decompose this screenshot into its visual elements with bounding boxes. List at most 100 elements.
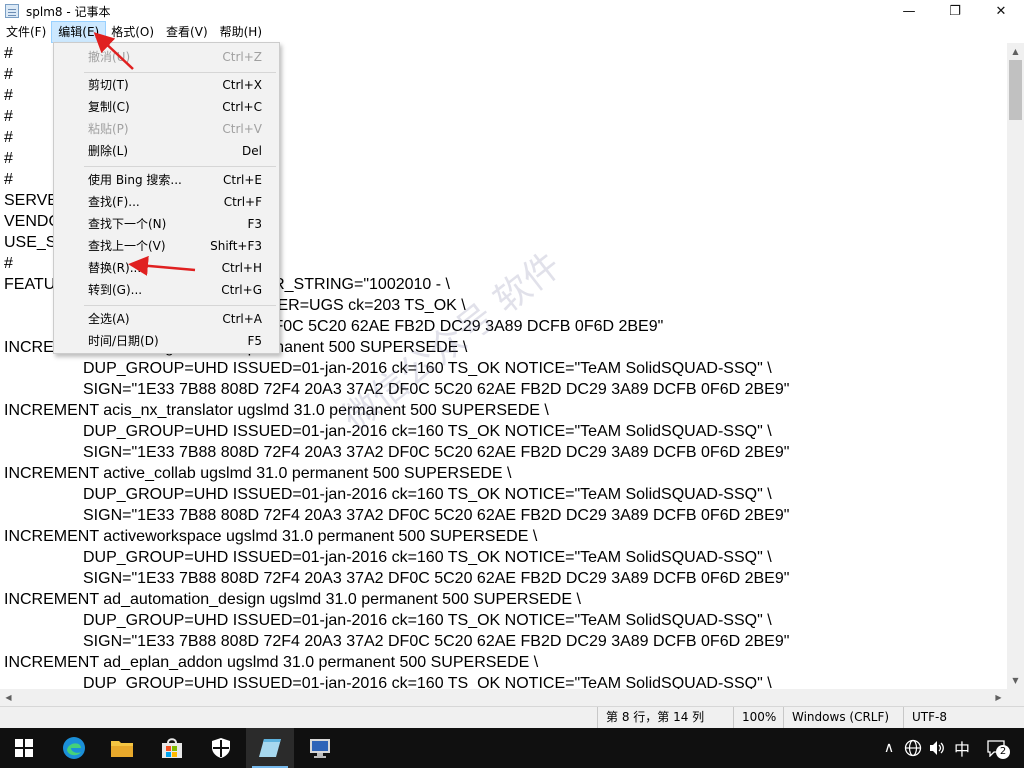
vertical-scrollbar[interactable]: ▲ ▼ bbox=[1007, 43, 1024, 689]
menu-bar: 文件(F) 编辑(E) 格式(O) 查看(V) 帮助(H) bbox=[0, 21, 1024, 43]
tray-chevron-icon[interactable]: ∧ bbox=[880, 740, 898, 756]
folder-icon bbox=[111, 741, 133, 757]
menu-find-next[interactable]: 查找下一个(N) F3 bbox=[56, 213, 277, 235]
minimize-button[interactable]: — bbox=[886, 0, 932, 22]
system-tray: ∧ 中 2 bbox=[880, 728, 1011, 768]
editor-line: SIGN="1E33 7B88 808D 72F4 20A3 37A2 DF0C… bbox=[83, 570, 790, 587]
taskbar-notepad[interactable] bbox=[246, 728, 294, 768]
menu-undo[interactable]: 撤消(U) Ctrl+Z bbox=[56, 46, 277, 68]
menu-paste-label: 粘贴(P) bbox=[88, 122, 129, 136]
editor-line: # bbox=[4, 171, 13, 188]
editor-line: SIGN="1E33 7B88 808D 72F4 20A3 37A2 DF0C… bbox=[83, 381, 790, 398]
windows-icon bbox=[15, 739, 33, 757]
network-icon[interactable] bbox=[904, 739, 922, 757]
encoding: UTF-8 bbox=[903, 707, 1012, 728]
menu-goto-label: 转到(G)... bbox=[88, 283, 143, 297]
menu-bing-label: 使用 Bing 搜索... bbox=[88, 173, 182, 187]
menu-goto[interactable]: 转到(G)... Ctrl+G bbox=[56, 279, 277, 301]
menu-cut-label: 剪切(T) bbox=[88, 78, 129, 92]
menu-replace[interactable]: 替换(R)... Ctrl+H bbox=[56, 257, 277, 279]
editor-line: DUP_GROUP=UHD ISSUED=01-jan-2016 ck=160 … bbox=[83, 675, 772, 689]
editor-line: SIGN="1E33 7B88 808D 72F4 20A3 37A2 DF0C… bbox=[83, 507, 790, 524]
taskbar-edge[interactable] bbox=[50, 728, 98, 768]
menu-help[interactable]: 帮助(H) bbox=[214, 22, 268, 42]
scroll-down-icon[interactable]: ▼ bbox=[1007, 672, 1024, 689]
horizontal-scrollbar[interactable]: ◀ ▶ bbox=[0, 689, 1007, 706]
menu-goto-shortcut: Ctrl+G bbox=[221, 283, 262, 297]
menu-paste[interactable]: 粘贴(P) Ctrl+V bbox=[56, 118, 277, 140]
menu-cut[interactable]: 剪切(T) Ctrl+X bbox=[56, 74, 277, 96]
maximize-button[interactable]: ❐ bbox=[932, 0, 978, 22]
editor-line: INCREMENT ad_eplan_addon ugslmd 31.0 per… bbox=[4, 654, 539, 671]
scroll-right-icon[interactable]: ▶ bbox=[990, 689, 1007, 706]
menu-find-prev-label: 查找上一个(V) bbox=[88, 239, 166, 253]
notepad-icon bbox=[5, 4, 19, 18]
menu-delete[interactable]: 删除(L) Del bbox=[56, 140, 277, 162]
editor-line: # bbox=[4, 66, 13, 83]
menu-format[interactable]: 格式(O) bbox=[105, 22, 160, 42]
editor-line: DUP_GROUP=UHD ISSUED=01-jan-2016 ck=160 … bbox=[83, 612, 772, 629]
menu-time-date-label: 时间/日期(D) bbox=[88, 334, 159, 348]
taskbar-store[interactable] bbox=[148, 728, 196, 768]
monitor-icon bbox=[310, 739, 330, 758]
shield-icon bbox=[212, 738, 230, 758]
volume-icon[interactable] bbox=[928, 739, 946, 757]
menu-copy-shortcut: Ctrl+C bbox=[222, 100, 262, 114]
editor-line: # bbox=[4, 129, 13, 146]
notepad-app-icon bbox=[259, 739, 281, 757]
editor-line: SIGN="1E33 7B88 808D 72F4 20A3 37A2 DF0C… bbox=[83, 444, 790, 461]
start-button[interactable] bbox=[0, 728, 48, 768]
editor-line: INCREMENT activeworkspace ugslmd 31.0 pe… bbox=[4, 528, 538, 545]
menu-file[interactable]: 文件(F) bbox=[0, 22, 52, 42]
menu-find-prev-shortcut: Shift+F3 bbox=[210, 239, 262, 253]
scroll-up-icon[interactable]: ▲ bbox=[1007, 43, 1024, 60]
editor-line: DUP_GROUP=UHD ISSUED=01-jan-2016 ck=160 … bbox=[83, 549, 772, 566]
menu-view[interactable]: 查看(V) bbox=[160, 22, 214, 42]
menu-cut-shortcut: Ctrl+X bbox=[222, 78, 262, 92]
menu-edit[interactable]: 编辑(E) bbox=[51, 21, 107, 43]
menu-replace-label: 替换(R)... bbox=[88, 261, 142, 275]
window-title: splm8 - 记事本 bbox=[26, 4, 111, 19]
menu-separator bbox=[84, 72, 276, 73]
editor-line: DUP_GROUP=UHD ISSUED=01-jan-2016 ck=160 … bbox=[83, 360, 772, 377]
menu-bing-shortcut: Ctrl+E bbox=[223, 173, 262, 187]
editor-line: INCREMENT ad_automation_design ugslmd 31… bbox=[4, 591, 581, 608]
menu-find-shortcut: Ctrl+F bbox=[223, 195, 262, 209]
editor-line: # bbox=[4, 108, 13, 125]
scrollbar-corner bbox=[1007, 689, 1024, 706]
editor-line: INCREMENT active_collab ugslmd 31.0 perm… bbox=[4, 465, 512, 482]
menu-find-previous[interactable]: 查找上一个(V) Shift+F3 bbox=[56, 235, 277, 257]
menu-select-all-label: 全选(A) bbox=[88, 312, 130, 326]
menu-find-next-label: 查找下一个(N) bbox=[88, 217, 167, 231]
window-controls: — ❐ ✕ bbox=[886, 0, 1024, 22]
edge-icon bbox=[63, 737, 85, 759]
menu-find-next-shortcut: F3 bbox=[247, 217, 262, 231]
editor-line: INCREMENT acis_nx_translator ugslmd 31.0… bbox=[4, 402, 549, 419]
scroll-left-icon[interactable]: ◀ bbox=[0, 689, 17, 706]
menu-undo-shortcut: Ctrl+Z bbox=[222, 50, 262, 64]
menu-find[interactable]: 查找(F)... Ctrl+F bbox=[56, 191, 277, 213]
store-icon bbox=[162, 738, 182, 758]
editor-line: # bbox=[4, 150, 13, 167]
menu-bing-search[interactable]: 使用 Bing 搜索... Ctrl+E bbox=[56, 169, 277, 191]
menu-separator bbox=[84, 305, 276, 306]
editor-line: SIGN="1E33 7B88 808D 72F4 20A3 37A2 DF0C… bbox=[83, 633, 790, 650]
scroll-thumb[interactable] bbox=[1009, 60, 1022, 120]
cursor-position: 第 8 行，第 14 列 bbox=[597, 707, 726, 728]
close-button[interactable]: ✕ bbox=[978, 0, 1024, 22]
menu-select-all[interactable]: 全选(A) Ctrl+A bbox=[56, 308, 277, 330]
taskbar-file-explorer[interactable] bbox=[98, 728, 146, 768]
menu-copy-label: 复制(C) bbox=[88, 100, 130, 114]
menu-time-date[interactable]: 时间/日期(D) F5 bbox=[56, 330, 277, 352]
menu-time-date-shortcut: F5 bbox=[247, 334, 262, 348]
notification-icon[interactable]: 2 bbox=[986, 739, 1011, 759]
notification-count-badge: 2 bbox=[996, 745, 1011, 759]
ime-indicator[interactable]: 中 bbox=[954, 736, 970, 760]
title-bar: splm8 - 记事本 — ❐ ✕ bbox=[0, 0, 1024, 22]
menu-separator bbox=[84, 166, 276, 167]
taskbar: ∧ 中 2 bbox=[0, 728, 1024, 768]
taskbar-remote-app[interactable] bbox=[296, 728, 344, 768]
editor-line: # bbox=[4, 255, 13, 272]
menu-copy[interactable]: 复制(C) Ctrl+C bbox=[56, 96, 277, 118]
taskbar-security[interactable] bbox=[197, 728, 245, 768]
